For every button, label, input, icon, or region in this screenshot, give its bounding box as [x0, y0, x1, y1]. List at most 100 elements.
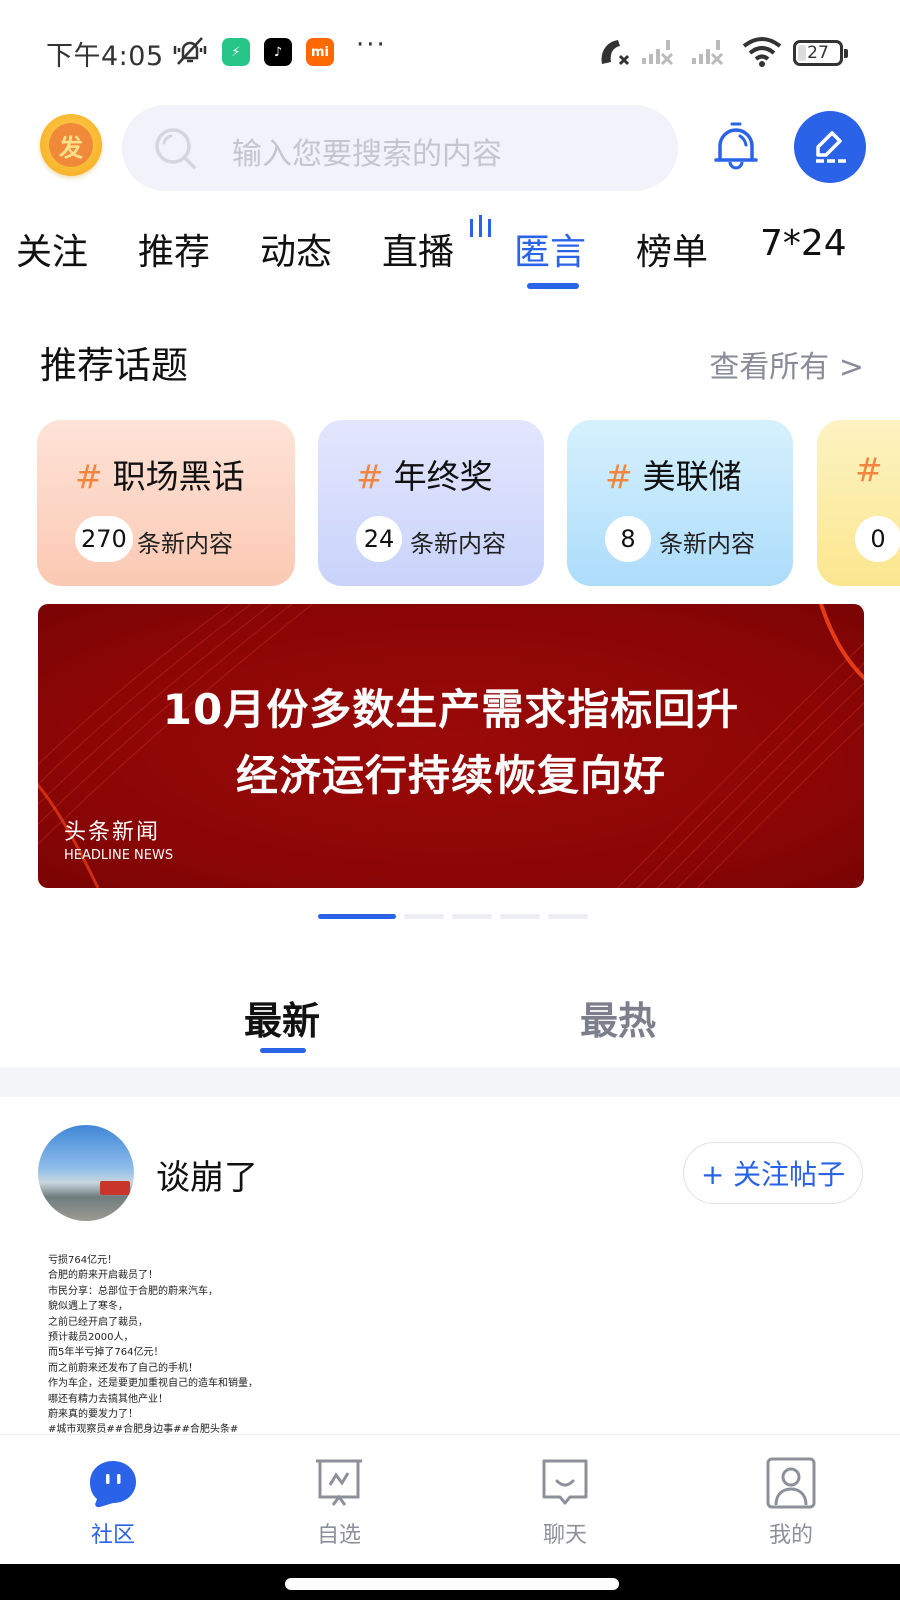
tab-live[interactable]: 直播 — [382, 223, 454, 275]
news-banner[interactable]: 10月份多数生产需求指标回升 经济运行持续恢复向好 头条新闻 HEADLINE … — [38, 604, 864, 888]
hash-icon: # — [605, 457, 633, 496]
topic-count: 0 — [855, 516, 900, 562]
topic-name: # — [855, 450, 893, 489]
carousel-dot-active[interactable] — [318, 914, 396, 919]
active-tab-underline — [527, 283, 579, 289]
topic-name-text: 年终奖 — [393, 457, 493, 496]
nav-chat[interactable]: 聊天 — [505, 1457, 625, 1557]
battery-level: 27 — [807, 43, 829, 63]
topic-count: 24 — [356, 516, 402, 562]
nav-profile[interactable]: 我的 — [731, 1457, 851, 1557]
section-divider — [0, 1067, 900, 1097]
nav-watchlist[interactable]: 自选 — [279, 1457, 399, 1557]
hash-icon: # — [356, 457, 384, 496]
topic-card[interactable]: # 0 — [817, 420, 900, 586]
topic-name-text: 职场黑话 — [112, 457, 245, 496]
nav-label: 我的 — [768, 1523, 813, 1548]
community-icon — [90, 1461, 136, 1508]
post-line: 而之前蔚来还发布了自己的手机！ — [48, 1362, 198, 1374]
banner-headline-line1: 10月份多数生产需求指标回升 — [162, 685, 740, 734]
hash-icon: # — [855, 450, 883, 489]
sort-tab-underline — [260, 1048, 306, 1053]
carousel-dot[interactable] — [404, 914, 444, 919]
author-name[interactable]: 谈崩了 — [156, 1150, 258, 1199]
post-line: 市民分享：总部位于合肥的蔚来汽车， — [48, 1285, 218, 1297]
live-indicator-icon — [470, 215, 491, 237]
post-body[interactable]: 亏损764亿元！ 合肥的蔚来开启裁员了！ 市民分享：总部位于合肥的蔚来汽车， 貌… — [48, 1253, 448, 1433]
topic-count: 8 — [605, 516, 651, 562]
see-all-link[interactable]: 查看所有 > — [709, 342, 864, 386]
avatar-image-detail — [100, 1181, 130, 1195]
search-placeholder: 输入您要搜索的内容 — [232, 137, 502, 172]
topic-name: # 美联储 — [605, 450, 742, 498]
post-line: 亏损764亿元！ — [48, 1255, 118, 1266]
section-title: 推荐话题 — [40, 344, 188, 387]
author-avatar[interactable] — [38, 1125, 134, 1221]
signal-sim2-icon — [692, 40, 724, 66]
nav-label: 自选 — [316, 1523, 361, 1548]
post-line: 合肥的蔚来开启裁员了！ — [48, 1270, 158, 1282]
topic-carousel[interactable]: # 职场黑话 270 条新内容 # 年终奖 24 条新内容 # 美联储 8 条新内容 … — [0, 420, 900, 588]
status-bar: 下午4:05 ⚡ ♪ mi ··· 27 — [0, 0, 900, 100]
banner-headline-line2: 经济运行持续恢复向好 — [235, 751, 666, 800]
post-line: #城市观察员##合肥身边事##合肥头条# — [48, 1424, 239, 1433]
more-notifications-icon: ··· — [356, 30, 387, 60]
nav-label: 聊天 — [542, 1523, 587, 1548]
tab-rankings[interactable]: 榜单 — [636, 223, 708, 275]
call-blocked-icon — [601, 40, 630, 66]
system-gesture-bar — [0, 1564, 900, 1600]
sort-tab-latest[interactable]: 最新 — [244, 990, 320, 1045]
status-time: 下午4:05 — [46, 41, 164, 72]
post-line: 之前已经开启了裁员， — [48, 1316, 148, 1328]
post-line: 作为车企，还是要更加重视自己的造车和销量， — [48, 1378, 258, 1390]
topic-name: # 年终奖 — [356, 450, 493, 498]
tab-dynamics[interactable]: 动态 — [260, 223, 332, 275]
hash-icon: # — [75, 457, 103, 496]
post-line: 蔚来真的要发力了！ — [48, 1409, 138, 1421]
topic-count: 270 — [75, 516, 133, 562]
home-indicator[interactable] — [285, 1578, 619, 1590]
wifi-icon — [742, 37, 782, 67]
banner-brand: 头条新闻 — [64, 820, 161, 845]
follow-post-button[interactable]: + 关注帖子 — [683, 1142, 863, 1204]
post-line: 而5年半亏掉了764亿元！ — [48, 1347, 164, 1359]
post-line: 预计裁员2000人， — [48, 1332, 134, 1344]
top-bar: 发 输入您要搜索的内容 — [0, 100, 900, 195]
topic-card[interactable]: # 年终奖 24 条新内容 — [318, 420, 544, 586]
sort-tab-hottest[interactable]: 最热 — [580, 990, 656, 1045]
mi-app-icon: mi — [306, 38, 334, 66]
tab-follow[interactable]: 关注 — [16, 223, 88, 275]
battery-indicator: 27 — [793, 40, 848, 66]
tiktok-app-icon: ♪ — [264, 38, 292, 66]
topic-card[interactable]: # 职场黑话 270 条新内容 — [37, 420, 295, 586]
tab-anonymous[interactable]: 匿言 — [514, 223, 586, 275]
notification-bell-icon[interactable] — [708, 118, 764, 174]
chat-icon — [542, 1459, 588, 1505]
tab-7x24[interactable]: 7*24 — [760, 223, 847, 264]
banner-brand-en: HEADLINE NEWS — [64, 848, 174, 863]
profile-icon — [766, 1457, 816, 1509]
pencil-icon — [816, 131, 846, 163]
security-app-icon: ⚡ — [222, 38, 250, 66]
topic-count-suffix: 条新内容 — [659, 530, 755, 558]
topic-count-suffix: 条新内容 — [410, 530, 506, 558]
bottom-nav: 社区 自选 聊天 我的 — [0, 1434, 900, 1564]
post-badge-label: 发 — [49, 123, 93, 167]
carousel-dot[interactable] — [500, 914, 540, 919]
carousel-dot[interactable] — [452, 914, 492, 919]
topic-card[interactable]: # 美联储 8 条新内容 — [567, 420, 793, 586]
post-badge-button[interactable]: 发 — [40, 114, 102, 176]
channel-tabs: 关注 推荐 动态 直播 匿言 榜单 7*24 — [0, 215, 900, 295]
post-line: 哪还有精力去搞其他产业！ — [48, 1393, 168, 1405]
nav-label: 社区 — [90, 1523, 135, 1548]
nav-community[interactable]: 社区 — [53, 1457, 173, 1557]
topic-count-suffix: 条新内容 — [137, 530, 233, 558]
signal-sim1-icon — [642, 40, 674, 66]
search-icon — [155, 128, 196, 169]
post-line: 貌似遇上了寒冬， — [48, 1301, 128, 1313]
search-input[interactable]: 输入您要搜索的内容 — [122, 105, 678, 191]
bell-muted-icon — [173, 37, 207, 65]
tab-recommend[interactable]: 推荐 — [138, 223, 210, 275]
carousel-dot[interactable] — [548, 914, 588, 919]
compose-button[interactable] — [794, 111, 866, 183]
